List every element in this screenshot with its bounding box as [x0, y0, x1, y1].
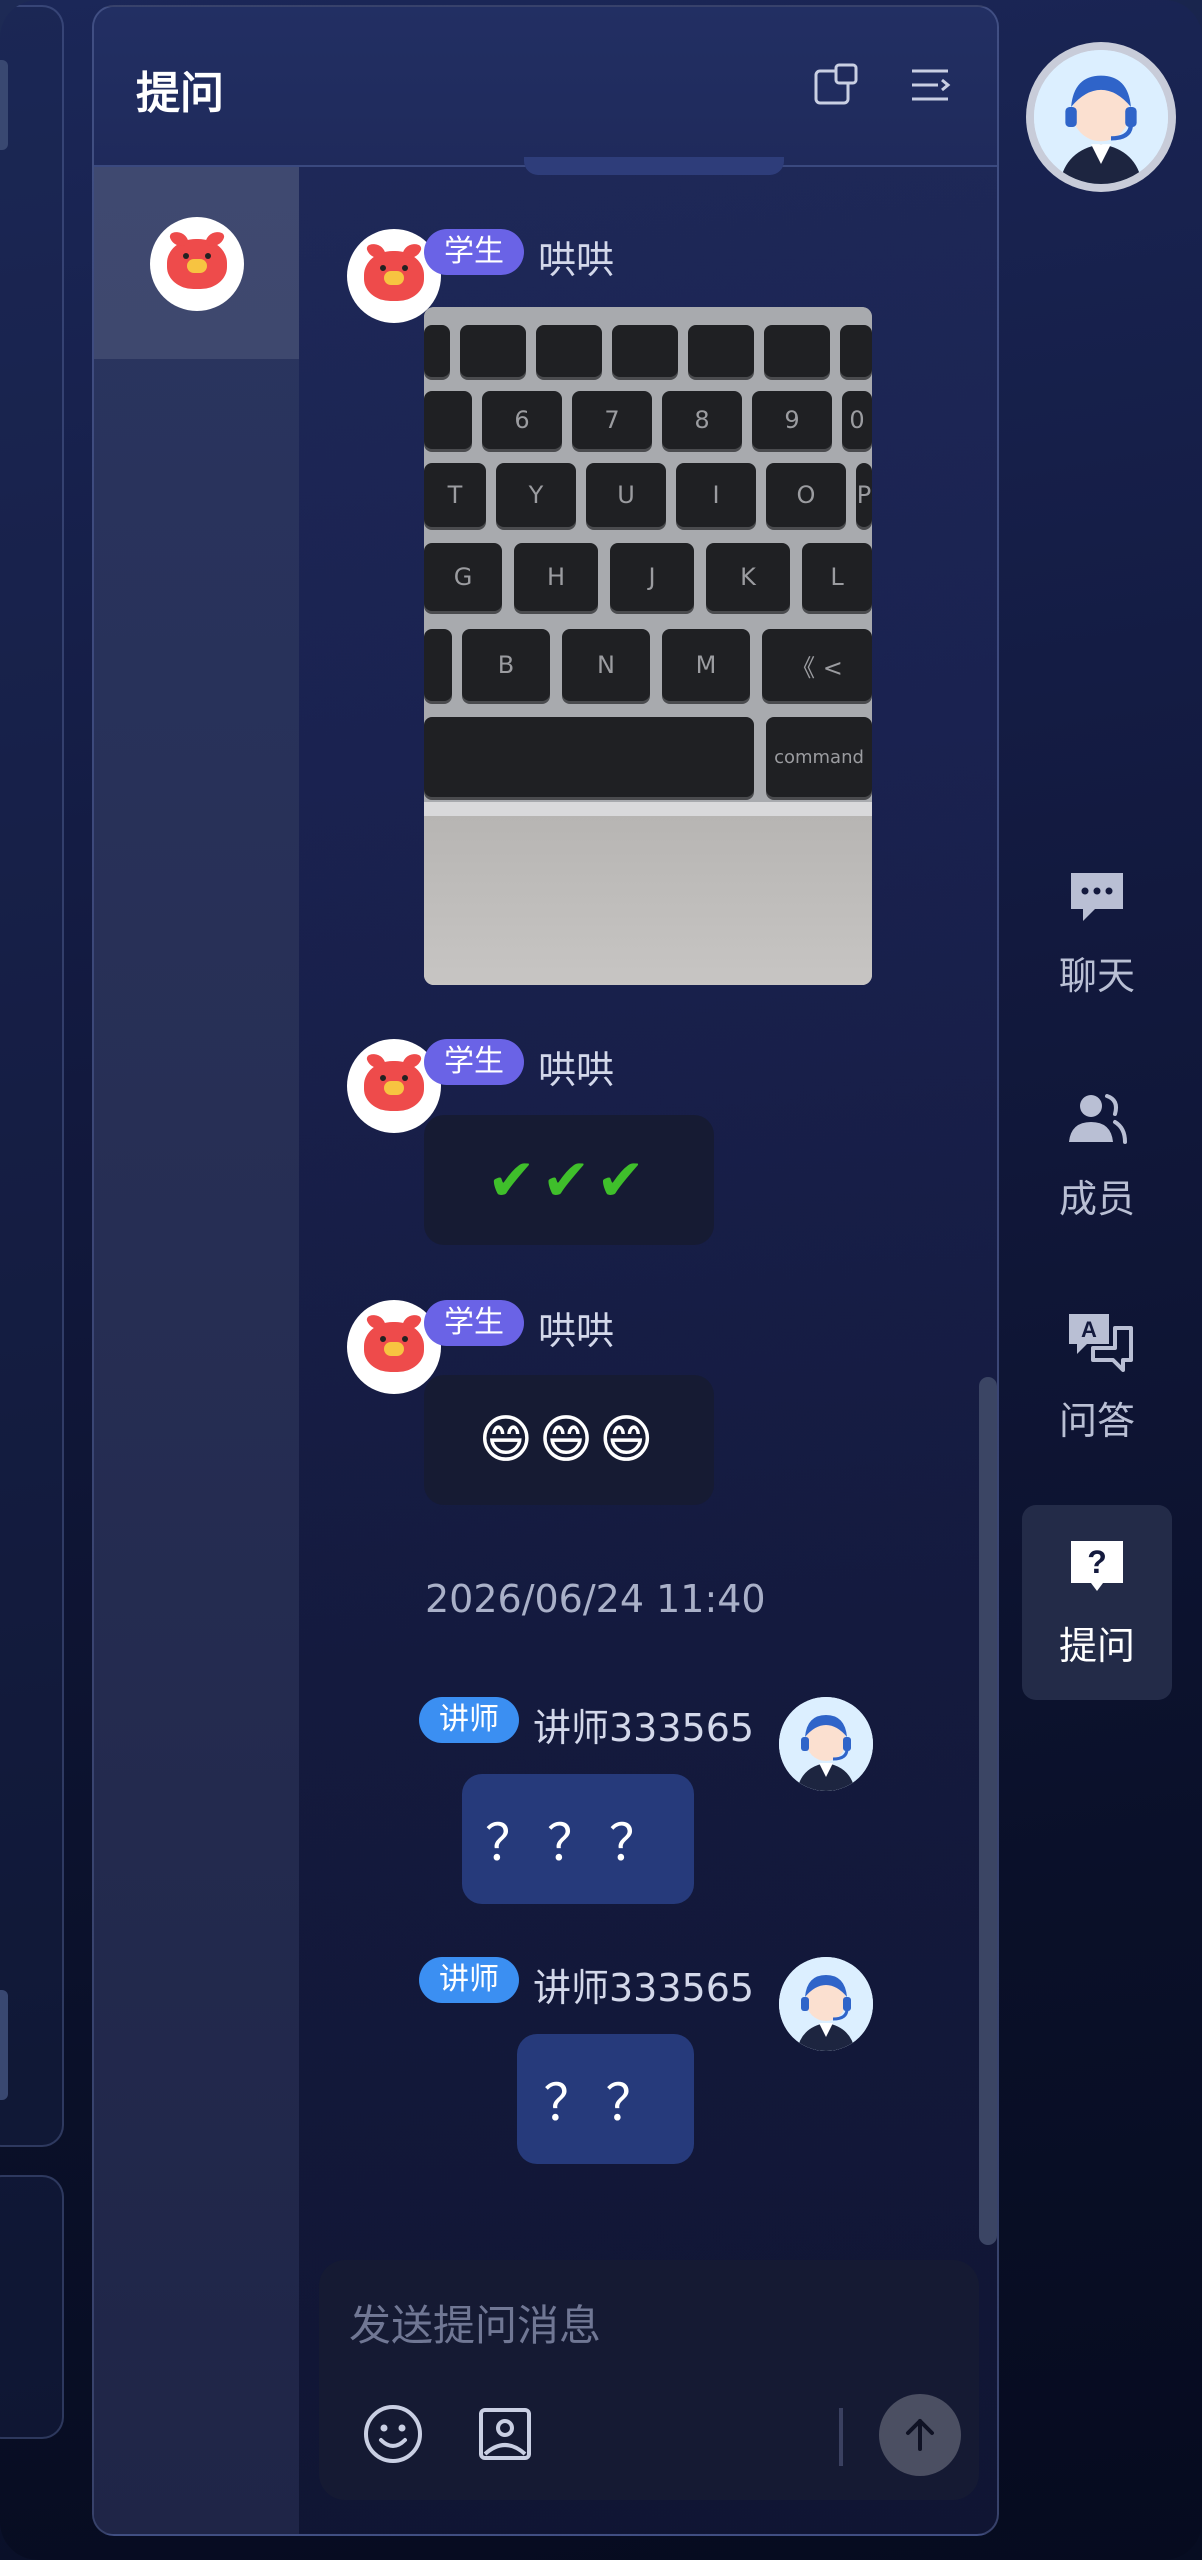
- chat-bubble-icon: [1071, 873, 1123, 921]
- message-scrollbar[interactable]: [979, 1377, 997, 2245]
- left-side-panel-lower: [0, 2175, 64, 2439]
- svg-text:A: A: [1081, 1317, 1097, 1342]
- message-header: 讲师 讲师333565: [419, 1697, 754, 1752]
- message-header: 学生 哄哄: [424, 1039, 614, 1094]
- sender-name: 哄哄: [538, 1309, 615, 1353]
- teacher-avatar: [779, 1957, 873, 2051]
- question-input-box[interactable]: 发送提问消息: [319, 2260, 979, 2500]
- message-list: 学生 哄哄 6 7 8 9 0 T Y U I O P G H J K L B …: [299, 167, 997, 2274]
- rail-label: 提问: [1058, 1624, 1135, 1668]
- qa-icon: A: [1069, 1314, 1133, 1372]
- pig-avatar-icon: [364, 1322, 424, 1372]
- message-bubble[interactable]: ？？？: [462, 1774, 694, 1904]
- left-panel-handle[interactable]: [0, 60, 8, 150]
- sender-name: 讲师333565: [533, 1706, 755, 1750]
- pig-avatar-icon: [364, 251, 424, 301]
- rail-tab-question[interactable]: ? 提问: [1022, 1505, 1172, 1700]
- rail-label: 成员: [1058, 1177, 1135, 1221]
- left-panel-handle-lower[interactable]: [0, 1990, 8, 2100]
- panel-title: 提问: [136, 68, 224, 119]
- rail-tab-chat[interactable]: 聊天: [1022, 835, 1172, 1030]
- panel-header: 提问: [94, 7, 997, 167]
- arrow-up-icon: [906, 2419, 934, 2451]
- message-bubble[interactable]: ？？: [517, 2034, 694, 2164]
- message-header: 学生 哄哄: [424, 229, 614, 284]
- members-icon: [1069, 1094, 1127, 1144]
- input-divider: [839, 2408, 843, 2466]
- teacher-badge: 讲师: [419, 1697, 519, 1743]
- sender-name: 哄哄: [538, 1048, 615, 1092]
- popout-window-icon[interactable]: [812, 61, 860, 109]
- conversation-list: [94, 167, 299, 2534]
- app-frame: 提问 学生 哄哄 6 7 8 9 0 T Y U I O P G H J K L…: [0, 0, 1202, 2560]
- teacher-avatar: [779, 1697, 873, 1791]
- headset-agent-icon: [1034, 50, 1168, 184]
- headset-agent-icon: [779, 1957, 873, 2051]
- student-badge: 学生: [424, 229, 524, 275]
- emoji-icon[interactable]: [361, 2402, 425, 2466]
- sender-name: 讲师333565: [533, 1966, 755, 2010]
- message-timestamp: 2026/06/24 11:40: [425, 1577, 766, 1621]
- sender-name: 哄哄: [538, 238, 615, 282]
- headset-agent-icon: [779, 1697, 873, 1791]
- keyboard-photo: 6 7 8 9 0 T Y U I O P G H J K L B N M 《 …: [424, 307, 872, 807]
- rail-label: 问答: [1058, 1399, 1135, 1443]
- rail-label: 聊天: [1058, 954, 1135, 998]
- pig-avatar-icon: [364, 1061, 424, 1111]
- user-avatar[interactable]: [1026, 42, 1176, 192]
- question-icon: ?: [1071, 1541, 1123, 1591]
- left-side-panel: [0, 5, 64, 2147]
- image-upload-icon[interactable]: [473, 2402, 537, 2466]
- message-header: 讲师 讲师333565: [419, 1957, 754, 2012]
- rail-tab-qa[interactable]: A 问答: [1022, 1280, 1172, 1475]
- message-row: [779, 1957, 873, 2051]
- message-row: [779, 1697, 873, 1791]
- image-message[interactable]: 6 7 8 9 0 T Y U I O P G H J K L B N M 《 …: [424, 307, 872, 985]
- pig-avatar-icon: [167, 239, 227, 289]
- send-button[interactable]: [879, 2394, 961, 2476]
- message-header: 学生 哄哄: [424, 1300, 614, 1355]
- message-bubble[interactable]: 😄😄😄: [424, 1375, 714, 1505]
- menu-collapse-icon[interactable]: [906, 61, 954, 109]
- student-badge: 学生: [424, 1300, 524, 1346]
- question-panel: 提问 学生 哄哄 6 7 8 9 0 T Y U I O P G H J K L…: [92, 5, 999, 2536]
- conversation-item[interactable]: [94, 167, 299, 359]
- student-avatar: [150, 217, 244, 311]
- student-badge: 学生: [424, 1039, 524, 1085]
- rail-tab-members[interactable]: 成员: [1022, 1058, 1172, 1253]
- message-bubble[interactable]: ✔✔✔: [424, 1115, 714, 1245]
- teacher-badge: 讲师: [419, 1957, 519, 2003]
- question-input-placeholder[interactable]: 发送提问消息: [349, 2292, 601, 2353]
- svg-text:?: ?: [1087, 1544, 1107, 1580]
